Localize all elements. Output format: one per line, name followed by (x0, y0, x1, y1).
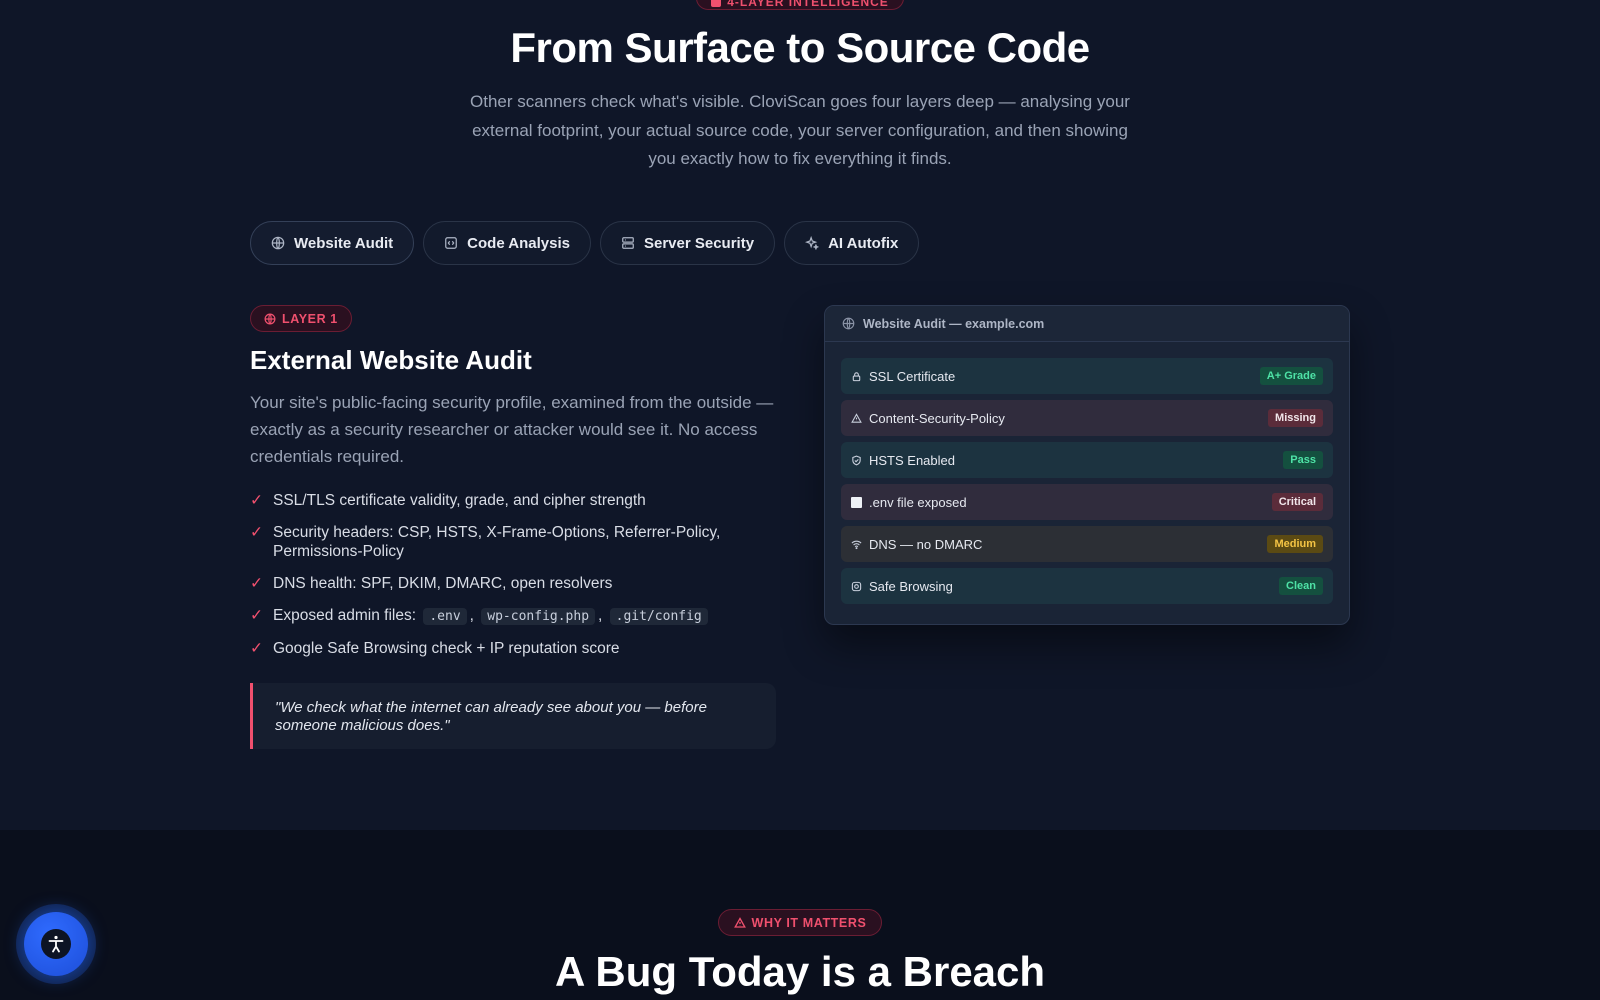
panel-title: Website Audit — example.com (863, 316, 1045, 331)
status-badge: Critical (1271, 493, 1323, 511)
tab-server-security[interactable]: Server Security (599, 221, 776, 265)
feature-list: ✓ SSL/TLS certificate validity, grade, a… (250, 491, 780, 671)
warning-icon (851, 412, 862, 423)
status-badge: Pass (1283, 451, 1323, 469)
sparkle-icon (805, 236, 820, 250)
status-badge: Medium (1267, 535, 1323, 553)
tab-label: AI Autofix (828, 234, 899, 252)
feature-text: Exposed admin files: .env, wp-config.php… (273, 606, 711, 626)
eyebrow-label: 4-LAYER INTELLIGENCE (727, 0, 889, 9)
accessibility-button[interactable] (24, 912, 88, 976)
list-item: ✓ Google Safe Browsing check + IP reputa… (250, 639, 780, 658)
tab-label: Website Audit (294, 234, 394, 252)
audit-row: Safe Browsing Clean (841, 568, 1333, 604)
status-badge: A+ Grade (1259, 367, 1323, 385)
feature-text: SSL/TLS certificate validity, grade, and… (273, 492, 646, 509)
globe-icon (264, 313, 276, 324)
panel-header: Website Audit — example.com (825, 306, 1349, 342)
audit-row: DNS — no DMARC Medium (841, 526, 1333, 562)
tab-code-analysis[interactable]: Code Analysis (423, 221, 591, 265)
audit-preview-panel: Website Audit — example.com SSL Certific… (824, 305, 1350, 625)
layer-title: External Website Audit (250, 345, 532, 375)
list-item: ✓ SSL/TLS certificate validity, grade, a… (250, 491, 780, 510)
section-title: From Surface to Source Code (510, 24, 1090, 71)
audit-row-label: Safe Browsing (869, 578, 953, 594)
audit-row: Content-Security-Policy Missing (841, 400, 1333, 436)
list-item: ✓ DNS health: SPF, DKIM, DMARC, open res… (250, 574, 780, 593)
why-badge-label: WHY IT MATTERS (751, 915, 867, 930)
code-chip: .env (423, 608, 467, 625)
globe-icon (271, 236, 285, 250)
check-icon: ✓ (250, 492, 263, 509)
square-icon (851, 496, 862, 508)
code-chip: wp-config.php (481, 608, 596, 625)
lock-icon (852, 371, 861, 381)
tab-ai-autofix[interactable]: AI Autofix (784, 221, 920, 265)
shield-icon (852, 455, 861, 465)
audit-row-label: Content-Security-Policy (869, 410, 1005, 426)
globe-icon (842, 317, 855, 330)
check-icon: ✓ (250, 607, 263, 624)
audit-row-label: .env file exposed (869, 494, 967, 510)
files-label: Exposed admin files: (273, 607, 417, 624)
why-badge: WHY IT MATTERS (718, 909, 882, 936)
check-icon: ✓ (250, 575, 263, 592)
feature-text: Security headers: CSP, HSTS, X-Frame-Opt… (273, 524, 721, 560)
audit-row: .env file exposed Critical (841, 484, 1333, 520)
tab-label: Code Analysis (467, 234, 570, 252)
status-badge: Clean (1279, 577, 1323, 595)
layer-badge: LAYER 1 (250, 305, 352, 332)
layer-description: Your site's public-facing security profi… (250, 393, 774, 466)
accessibility-widget (16, 904, 96, 984)
square-icon (711, 0, 722, 7)
audit-row: SSL Certificate A+ Grade (841, 358, 1333, 394)
audit-row-label: SSL Certificate (869, 368, 956, 384)
layer-badge-label: LAYER 1 (282, 311, 338, 326)
why-title: A Bug Today is a Breach (554, 948, 1046, 995)
separator: , (598, 607, 603, 624)
check-icon: ✓ (250, 524, 263, 541)
feature-text: DNS health: SPF, DKIM, DMARC, open resol… (273, 575, 613, 592)
tab-website-audit[interactable]: Website Audit (250, 221, 415, 265)
section-subtitle: Other scanners check what's visible. Clo… (470, 92, 1130, 168)
audit-row-label: HSTS Enabled (869, 452, 955, 468)
eyebrow-badge: 4-LAYER INTELLIGENCE (696, 0, 904, 10)
accessibility-icon (41, 929, 71, 959)
target-icon (851, 581, 862, 591)
audit-row-label: DNS — no DMARC (869, 536, 983, 552)
status-badge: Missing (1268, 409, 1323, 427)
audit-rows: SSL Certificate A+ Grade Content-Securit… (825, 342, 1349, 604)
feature-text: Google Safe Browsing check + IP reputati… (273, 640, 620, 657)
layer-tabs: Website Audit Code Analysis Server Secur… (250, 221, 920, 265)
separator: , (469, 607, 474, 624)
list-item: ✓ Exposed admin files: .env, wp-config.p… (250, 606, 780, 626)
server-icon (622, 237, 634, 249)
list-item: ✓ Security headers: CSP, HSTS, X-Frame-O… (250, 523, 780, 561)
tab-label: Server Security (643, 234, 755, 252)
code-icon (445, 237, 458, 249)
audit-row: HSTS Enabled Pass (841, 442, 1333, 478)
testimonial-quote: "We check what the internet can already … (250, 683, 776, 749)
wifi-icon (851, 540, 862, 549)
check-icon: ✓ (250, 640, 263, 657)
warning-icon (733, 916, 746, 928)
code-chip: .git/config (609, 608, 708, 625)
